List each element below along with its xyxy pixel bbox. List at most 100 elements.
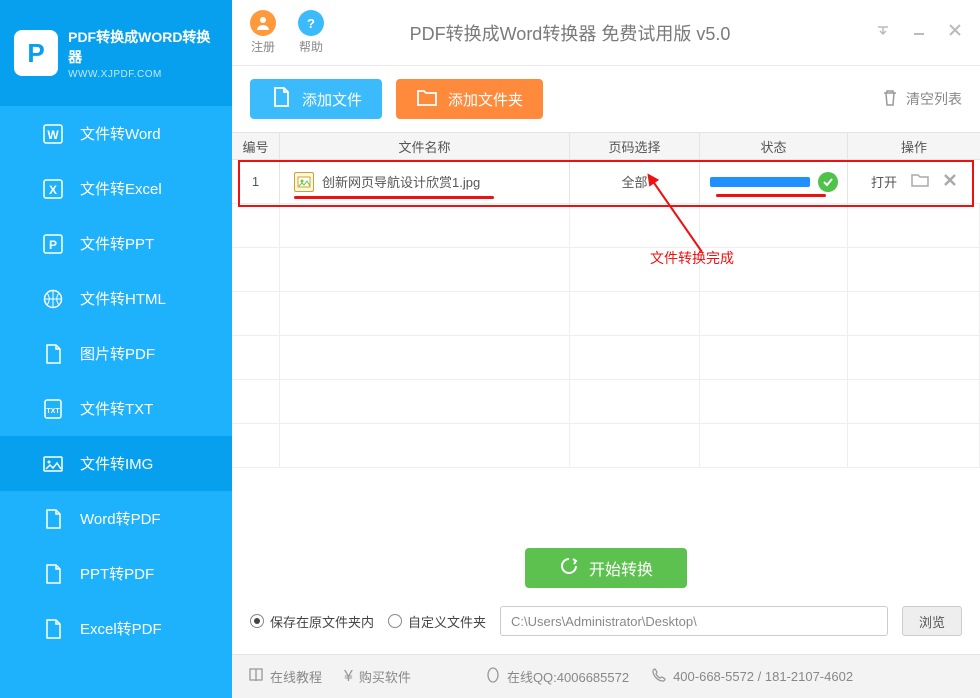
radio-icon: [388, 614, 402, 628]
buy-label: 购买软件: [359, 667, 411, 686]
phone-label: 400-668-5572 / 181-2107-4602: [673, 669, 853, 684]
help-label: 帮助: [299, 38, 323, 55]
empty-row: [232, 424, 980, 468]
svg-text:W: W: [47, 128, 59, 142]
progress-bar: [710, 177, 810, 187]
empty-row: [232, 204, 980, 248]
cell-op: 打开: [848, 160, 980, 203]
th-num: 编号: [232, 133, 280, 159]
user-icon: [250, 10, 276, 36]
sidebar-item-word[interactable]: W 文件转Word: [0, 106, 232, 161]
browse-button[interactable]: 浏览: [902, 606, 962, 636]
th-page: 页码选择: [570, 133, 700, 159]
sidebar-item-label: 文件转HTML: [80, 288, 166, 309]
sidebar-item-txt[interactable]: TXT 文件转TXT: [0, 381, 232, 436]
sidebar-item-ppt[interactable]: P 文件转PPT: [0, 216, 232, 271]
folder-icon: [416, 86, 438, 112]
phone-contact[interactable]: 400-668-5572 / 181-2107-4602: [651, 667, 853, 686]
sidebar-item-label: Word转PDF: [80, 508, 161, 529]
qq-contact[interactable]: 在线QQ:4006685572: [485, 667, 629, 686]
app-title: PDF转换成Word转换器 免费试用版 v5.0: [324, 20, 876, 46]
pdf-icon: [42, 563, 64, 585]
svg-text:TXT: TXT: [46, 408, 60, 415]
sidebar-item-label: PPT转PDF: [80, 563, 154, 584]
radio-custom-folder[interactable]: 自定义文件夹: [388, 612, 486, 631]
add-folder-button[interactable]: 添加文件夹: [396, 79, 543, 119]
file-name-text: 创新网页导航设计欣赏1.jpg: [322, 172, 480, 191]
clear-list-button[interactable]: 清空列表: [882, 89, 962, 110]
add-file-label: 添加文件: [302, 89, 362, 110]
svg-text:?: ?: [307, 16, 315, 31]
qq-label: 在线QQ:4006685572: [507, 667, 629, 686]
file-table: 编号 文件名称 页码选择 状态 操作 1 创新网页导航设计欣赏1.jpg 全部: [232, 132, 980, 540]
sidebar-item-label: 文件转IMG: [80, 453, 153, 474]
pdf-icon: [42, 343, 64, 365]
trash-icon: [882, 89, 898, 110]
image-icon: [42, 453, 64, 475]
save-options: 保存在原文件夹内 自定义文件夹 浏览: [232, 606, 980, 654]
yen-icon: ¥: [344, 668, 353, 686]
radio-label: 自定义文件夹: [408, 612, 486, 631]
sidebar-item-img[interactable]: 文件转IMG: [0, 436, 232, 491]
toolbar: 添加文件 添加文件夹 清空列表: [232, 66, 980, 132]
annotation-underline: [294, 196, 494, 199]
cell-num: 1: [232, 160, 280, 203]
open-link[interactable]: 打开: [871, 172, 897, 191]
sidebar-item-excel[interactable]: X 文件转Excel: [0, 161, 232, 216]
radio-original-folder[interactable]: 保存在原文件夹内: [250, 612, 374, 631]
logo-area: P PDF转换成WORD转换器 WWW.XJPDF.COM: [0, 0, 232, 106]
empty-row: [232, 292, 980, 336]
sidebar-item-wordpdf[interactable]: Word转PDF: [0, 491, 232, 546]
sidebar-item-label: 文件转Word: [80, 123, 161, 144]
th-name: 文件名称: [280, 133, 570, 159]
svg-text:X: X: [49, 183, 57, 197]
sidebar-item-imgpdf[interactable]: 图片转PDF: [0, 326, 232, 381]
empty-row: [232, 248, 980, 292]
word-icon: W: [42, 123, 64, 145]
logo-icon: P: [14, 30, 58, 76]
phone-icon: [651, 667, 667, 686]
sidebar-item-html[interactable]: 文件转HTML: [0, 271, 232, 326]
main-panel: 注册 ? 帮助 PDF转换成Word转换器 免费试用版 v5.0 添加文件: [232, 0, 980, 698]
register-label: 注册: [251, 38, 275, 55]
empty-row: [232, 336, 980, 380]
pdf-icon: [42, 508, 64, 530]
help-icon: ?: [298, 10, 324, 36]
radio-icon: [250, 614, 264, 628]
sidebar: P PDF转换成WORD转换器 WWW.XJPDF.COM W 文件转Word …: [0, 0, 232, 698]
register-button[interactable]: 注册: [250, 10, 276, 55]
open-folder-icon[interactable]: [911, 172, 929, 191]
convert-label: 开始转换: [589, 556, 653, 580]
add-file-button[interactable]: 添加文件: [250, 79, 382, 119]
html-icon: [42, 288, 64, 310]
file-icon: [270, 86, 292, 112]
convert-bar: 开始转换: [232, 540, 980, 606]
save-path-input[interactable]: [500, 606, 888, 636]
excel-icon: X: [42, 178, 64, 200]
cell-page[interactable]: 全部: [570, 160, 700, 203]
dropdown-icon[interactable]: [876, 23, 890, 42]
svg-text:P: P: [49, 238, 57, 252]
th-status: 状态: [700, 133, 848, 159]
help-button[interactable]: ? 帮助: [298, 10, 324, 55]
buy-link[interactable]: ¥ 购买软件: [344, 667, 411, 686]
th-op: 操作: [848, 133, 980, 159]
table-row[interactable]: 1 创新网页导航设计欣赏1.jpg 全部 打开: [232, 160, 980, 204]
close-icon[interactable]: [948, 23, 962, 42]
refresh-icon: [559, 556, 579, 581]
start-convert-button[interactable]: 开始转换: [525, 548, 687, 588]
empty-row: [232, 380, 980, 424]
qq-icon: [485, 667, 501, 686]
cell-name: 创新网页导航设计欣赏1.jpg: [280, 160, 570, 203]
clear-list-label: 清空列表: [906, 89, 962, 109]
tutorial-link[interactable]: 在线教程: [248, 667, 322, 686]
sidebar-item-excelpdf[interactable]: Excel转PDF: [0, 601, 232, 656]
minimize-icon[interactable]: [912, 23, 926, 42]
sidebar-item-label: 文件转PPT: [80, 233, 154, 254]
sidebar-item-label: 文件转TXT: [80, 398, 153, 419]
remove-icon[interactable]: [943, 173, 957, 190]
sidebar-item-pptpdf[interactable]: PPT转PDF: [0, 546, 232, 601]
logo-subtitle: WWW.XJPDF.COM: [68, 69, 218, 80]
table-header: 编号 文件名称 页码选择 状态 操作: [232, 132, 980, 160]
tutorial-label: 在线教程: [270, 667, 322, 686]
